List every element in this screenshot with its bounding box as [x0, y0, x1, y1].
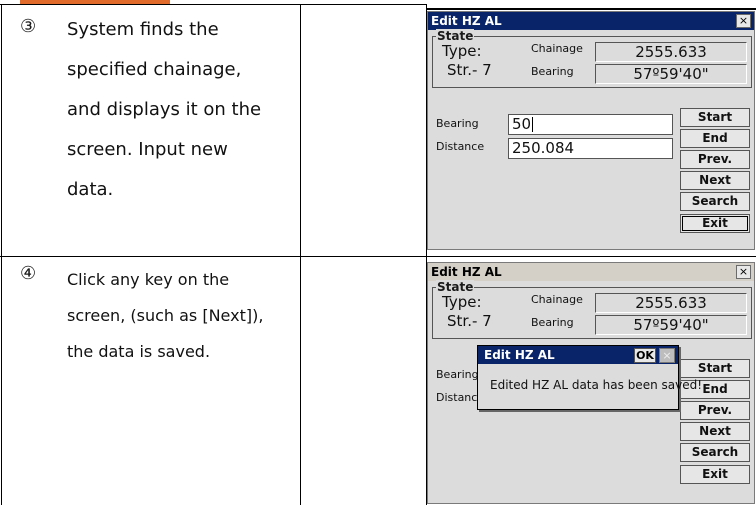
window-title: Edit HZ AL	[428, 12, 754, 30]
distance-label: Distance	[436, 140, 485, 153]
bearing-label: Bearing	[531, 316, 574, 329]
structure-label: Str.- 7	[447, 61, 492, 79]
bearing-value: 57º59'40"	[595, 315, 747, 335]
step-3-line-3: and displays it on the	[67, 99, 262, 120]
search-button[interactable]: Search	[680, 192, 750, 211]
next-button[interactable]: Next	[680, 422, 750, 441]
close-button[interactable]: ×	[736, 265, 751, 279]
structure-label: Str.- 7	[447, 312, 492, 330]
ok-button[interactable]: OK	[634, 348, 656, 363]
end-button[interactable]: End	[680, 129, 750, 148]
table-row-divider	[0, 256, 756, 257]
step-3-line-1: System finds the	[67, 19, 219, 40]
search-button[interactable]: Search	[680, 443, 750, 462]
bearing-input-value: 50	[512, 115, 532, 133]
step-3-line-4: screen. Input new	[67, 139, 228, 160]
step-4-line-1: Click any key on the	[67, 270, 230, 289]
start-button[interactable]: Start	[680, 359, 750, 378]
dialog-close-button[interactable]: ×	[659, 348, 675, 363]
text-cursor	[532, 117, 534, 132]
state-group: State Type: Str.- 7 Chainage 2555.633 Be…	[432, 280, 752, 339]
step-3-number: ③	[20, 16, 37, 37]
edit-hz-al-window-saved: Edit HZ AL × State Type: Str.- 7 Chainag…	[427, 262, 755, 504]
state-group: State Type: Str.- 7 Chainage 2555.633 Be…	[432, 29, 752, 88]
window-title: Edit HZ AL	[428, 263, 754, 281]
state-group-label: State	[436, 29, 475, 43]
distance-input[interactable]: 250.084	[508, 138, 673, 159]
bearing-value: 57º59'40"	[595, 64, 747, 84]
edit-hz-al-window: Edit HZ AL × State Type: Str.- 7 Chainag…	[427, 11, 755, 250]
table-top-border	[0, 4, 426, 5]
exit-button[interactable]: Exit	[680, 214, 750, 233]
chainage-label: Chainage	[531, 293, 583, 306]
type-label: Type:	[442, 42, 482, 60]
step-3-line-5: data.	[67, 179, 114, 200]
next-button[interactable]: Next	[680, 171, 750, 190]
step-4-line-3: the data is saved.	[67, 342, 211, 361]
start-button[interactable]: Start	[680, 108, 750, 127]
bearing-input[interactable]: 50	[508, 114, 673, 135]
bearing-input-label: Bearing	[436, 117, 479, 130]
prev-button[interactable]: Prev.	[680, 401, 750, 420]
bearing-input-label: Bearing	[436, 368, 479, 381]
step-3-description: System finds the specified chainage, and…	[67, 10, 292, 210]
chainage-label: Chainage	[531, 42, 583, 55]
saved-message-dialog: Edit HZ AL OK × Edited HZ AL data has be…	[477, 345, 702, 410]
step-4-line-2: screen, (such as [Next]),	[67, 306, 264, 325]
step-4-number: ④	[20, 263, 37, 284]
close-button[interactable]: ×	[736, 14, 751, 28]
prev-button[interactable]: Prev.	[680, 150, 750, 169]
chainage-value: 2555.633	[595, 293, 747, 313]
dialog-message: Edited HZ AL data has been saved!	[490, 378, 703, 392]
chainage-value: 2555.633	[595, 42, 747, 62]
screenshot-top-rule	[426, 8, 756, 10]
state-group-label: State	[436, 280, 475, 294]
exit-button[interactable]: Exit	[680, 465, 750, 484]
table-column-divider	[300, 4, 301, 505]
table-left-border	[1, 4, 2, 505]
step-3-line-2: specified chainage,	[67, 59, 242, 80]
bearing-label: Bearing	[531, 65, 574, 78]
step-4-description: Click any key on the screen, (such as [N…	[67, 262, 292, 370]
type-label: Type:	[442, 293, 482, 311]
